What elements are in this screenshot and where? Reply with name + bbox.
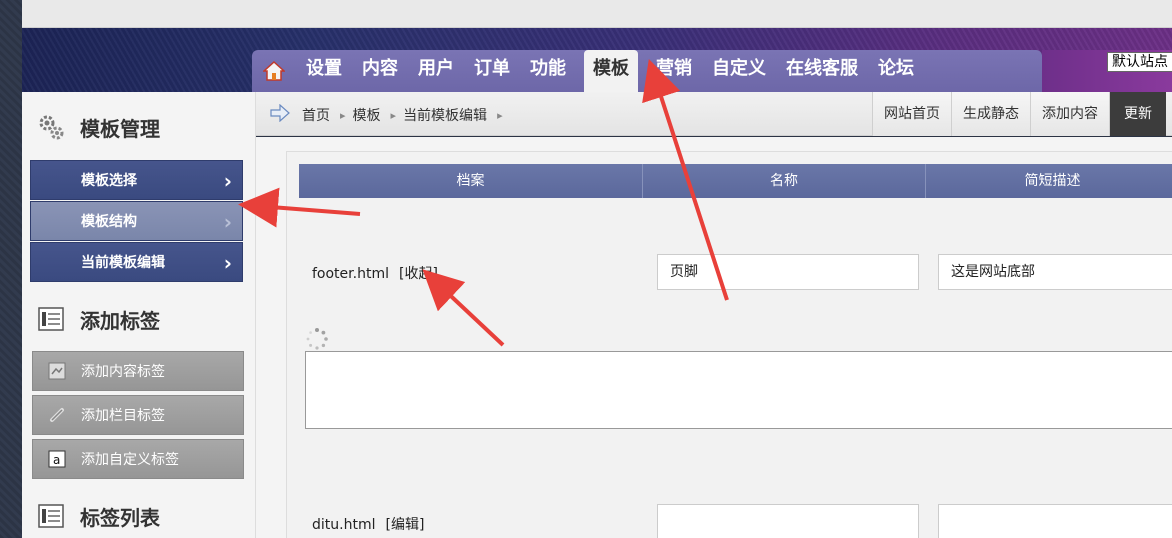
sidebar: 模板管理 模板选择 › 模板结构 › 当前模板编辑 › 添加标签 添加内容标签 <box>22 92 256 538</box>
gears-icon <box>22 113 80 141</box>
breadcrumb-separator: ▸ <box>497 108 503 122</box>
section-tag-list: 标签列表 <box>22 489 256 538</box>
column-header-description: 简短描述 <box>1024 173 1081 189</box>
list-icon <box>22 307 80 331</box>
main-nav: 设置 内容 用户 订单 功能 模板 营销 自定义 在线客服 论坛 <box>252 50 1042 92</box>
section-add-tags: 添加标签 <box>22 292 256 346</box>
edit-link[interactable]: [编辑] <box>385 517 424 533</box>
sidebar-item-add-column-tag[interactable]: 添加栏目标签 <box>32 395 244 435</box>
chevron-right-icon: › <box>223 169 232 193</box>
site-home-button[interactable]: 网站首页 <box>872 92 951 136</box>
section-title: 添加标签 <box>80 308 160 333</box>
content-panel <box>286 151 1172 538</box>
section-title: 模板管理 <box>80 116 160 141</box>
name-field[interactable] <box>657 504 919 538</box>
chevron-right-icon: › <box>223 210 232 234</box>
table-header: 档案 名称 简短描述 <box>299 164 1172 198</box>
svg-text:a: a <box>53 453 60 467</box>
section-template-management: 模板管理 <box>22 100 256 154</box>
browser-top-bar <box>22 0 1172 28</box>
sidebar-item-template-structure[interactable]: 模板结构 › <box>30 201 243 241</box>
a-badge-icon: a <box>33 450 81 468</box>
template-code-editor[interactable] <box>305 351 1172 429</box>
column-header-name: 名称 <box>643 164 926 198</box>
nav-users[interactable]: 用户 <box>408 50 464 92</box>
document-icon <box>33 362 81 380</box>
sidebar-item-template-select[interactable]: 模板选择 › <box>30 160 243 200</box>
nav-forum[interactable]: 论坛 <box>868 50 924 92</box>
nav-online-service[interactable]: 在线客服 <box>776 50 868 92</box>
breadcrumb-templates[interactable]: 模板 <box>353 105 381 125</box>
breadcrumb-home[interactable]: 首页 <box>302 105 330 125</box>
table-row-file: footer.html [收起] <box>312 263 438 283</box>
nav-custom[interactable]: 自定义 <box>702 50 776 92</box>
breadcrumb-separator: ▸ <box>390 108 397 122</box>
update-button[interactable]: 更新 <box>1109 92 1166 136</box>
sidebar-item-add-custom-tag[interactable]: a 添加自定义标签 <box>32 439 244 479</box>
nav-content[interactable]: 内容 <box>352 50 408 92</box>
main-content: 档案 名称 简短描述 footer.html [收起] 页脚 这是网站底部 dit… <box>256 137 1172 538</box>
nav-orders[interactable]: 订单 <box>464 50 520 92</box>
generate-static-button[interactable]: 生成静态 <box>951 92 1030 136</box>
loading-spinner-icon <box>305 327 329 351</box>
sidebar-item-label: 模板结构 <box>81 214 137 230</box>
table-row-file: ditu.html [编辑] <box>312 514 424 534</box>
nav-marketing[interactable]: 营销 <box>646 50 702 92</box>
breadcrumb: 首页 ▸ 模板 ▸ 当前模板编辑 ▸ <box>270 103 510 126</box>
breadcrumb-separator: ▸ <box>340 108 346 122</box>
nav-functions[interactable]: 功能 <box>520 50 576 92</box>
link-icon <box>33 406 81 424</box>
nav-settings[interactable]: 设置 <box>296 50 352 92</box>
description-field[interactable] <box>938 504 1172 538</box>
list-icon <box>22 504 80 528</box>
sidebar-item-label: 添加内容标签 <box>81 364 165 380</box>
site-selector[interactable]: 默认站点 <box>1107 52 1172 72</box>
file-name: footer.html <box>312 266 389 282</box>
breadcrumb-current-template-edit[interactable]: 当前模板编辑 <box>403 105 487 125</box>
sidebar-item-add-content-tag[interactable]: 添加内容标签 <box>32 351 244 391</box>
collapse-link[interactable]: [收起] <box>399 266 438 282</box>
name-field[interactable]: 页脚 <box>657 254 919 290</box>
sidebar-item-label: 当前模板编辑 <box>81 255 165 271</box>
add-content-button[interactable]: 添加内容 <box>1030 92 1109 136</box>
section-title: 标签列表 <box>80 505 160 530</box>
column-header-file: 档案 <box>299 164 643 198</box>
nav-templates[interactable]: 模板 <box>584 50 638 92</box>
breadcrumb-bar: 首页 ▸ 模板 ▸ 当前模板编辑 ▸ 网站首页 生成静态 添加内容 更新 <box>256 92 1172 136</box>
home-icon[interactable] <box>252 50 296 92</box>
chevron-right-icon: › <box>223 251 232 275</box>
file-name: ditu.html <box>312 517 376 533</box>
sidebar-item-label: 模板选择 <box>81 173 137 189</box>
sidebar-item-label: 添加自定义标签 <box>81 452 179 468</box>
action-buttons: 网站首页 生成静态 添加内容 更新 <box>872 92 1166 136</box>
sidebar-item-label: 添加栏目标签 <box>81 408 165 424</box>
description-field[interactable]: 这是网站底部 <box>938 254 1172 290</box>
sidebar-item-current-template-edit[interactable]: 当前模板编辑 › <box>30 242 243 282</box>
arrow-right-icon <box>270 103 290 126</box>
